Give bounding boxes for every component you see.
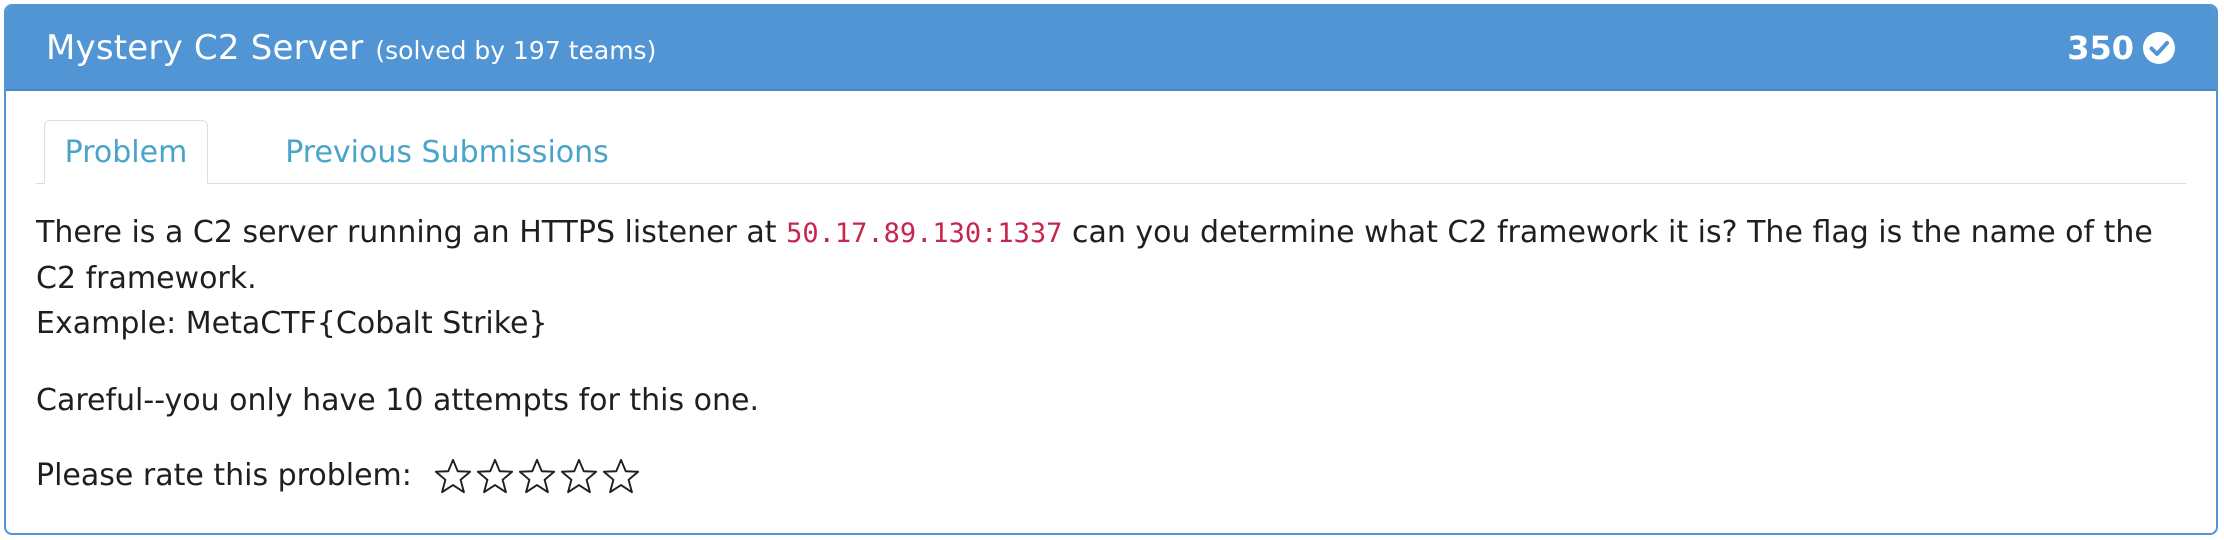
- star-1-icon[interactable]: [434, 457, 472, 495]
- problem-title: Mystery C2 Server: [46, 27, 364, 68]
- star-3-icon[interactable]: [518, 457, 556, 495]
- solved-count: (solved by 197 teams): [375, 35, 657, 65]
- star-2-icon[interactable]: [476, 457, 514, 495]
- example-text: Example: MetaCTF{Cobalt Strike}: [36, 306, 548, 341]
- points-group: 350: [2067, 29, 2176, 67]
- panel-header[interactable]: Mystery C2 Server (solved by 197 teams) …: [6, 6, 2216, 91]
- tab-problem[interactable]: Problem: [44, 120, 208, 184]
- server-address: 50.17.89.130:1337: [786, 218, 1063, 249]
- warning-text: Careful--you only have 10 attempts for t…: [36, 383, 759, 418]
- star-rating: [434, 457, 644, 495]
- rating-row: Please rate this problem:: [36, 453, 2186, 498]
- description-text: There is a C2 server running an HTTPS li…: [36, 215, 787, 250]
- star-4-icon[interactable]: [560, 457, 598, 495]
- problem-description: There is a C2 server running an HTTPS li…: [36, 210, 2186, 498]
- star-5-icon[interactable]: [602, 457, 640, 495]
- rating-label: Please rate this problem:: [36, 458, 412, 493]
- tab-previous-submissions[interactable]: Previous Submissions: [282, 120, 612, 184]
- problem-panel: Mystery C2 Server (solved by 197 teams) …: [4, 4, 2218, 535]
- check-circle-icon: [2143, 31, 2175, 64]
- tab-bar: Problem Previous Submissions: [36, 119, 2186, 184]
- title-group: Mystery C2 Server (solved by 197 teams): [46, 28, 656, 68]
- problem-text: There is a C2 server running an HTTPS li…: [36, 210, 2186, 346]
- panel-body: Problem Previous Submissions There is a …: [6, 91, 2216, 498]
- points-value: 350: [2067, 28, 2134, 67]
